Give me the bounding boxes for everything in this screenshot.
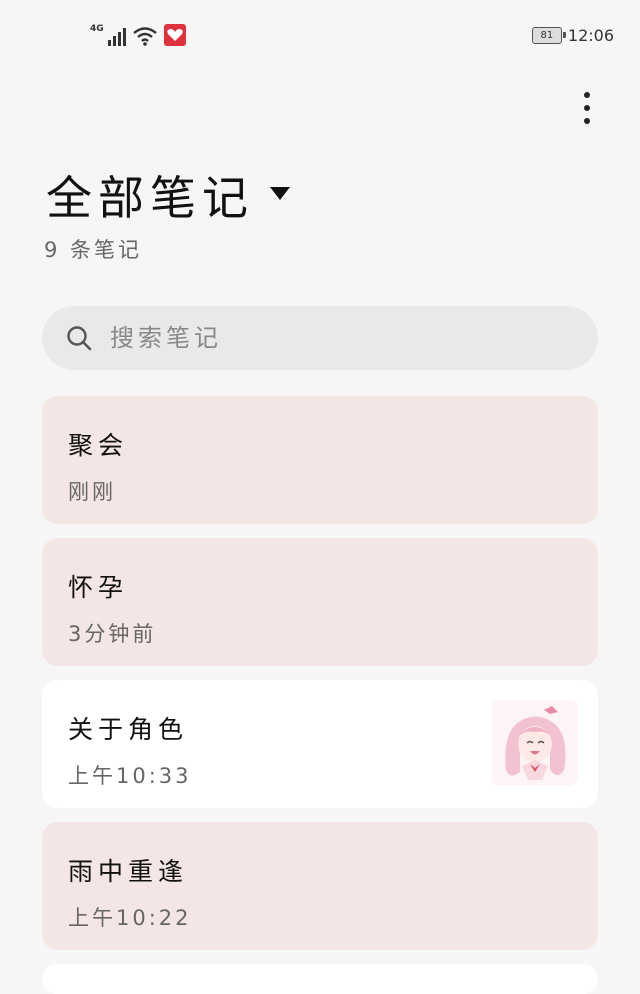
app-notification-icon bbox=[163, 24, 186, 46]
note-card[interactable]: 雨中重逢 上午10:22 bbox=[42, 822, 598, 950]
status-left: 4G bbox=[90, 24, 186, 46]
anime-girl-image bbox=[492, 700, 578, 786]
note-card[interactable]: 关于角色 上午10:33 bbox=[42, 680, 598, 808]
status-right: 81 12:06 bbox=[531, 26, 614, 45]
note-thumbnail bbox=[492, 700, 578, 786]
battery-icon: 81 bbox=[531, 27, 566, 44]
note-card[interactable]: 聚会 刚刚 bbox=[42, 396, 598, 524]
battery-level: 81 bbox=[540, 30, 554, 41]
more-dots-icon bbox=[584, 92, 590, 98]
signal-icon bbox=[107, 28, 126, 46]
search-bar[interactable] bbox=[42, 306, 598, 370]
note-time: 3分钟前 bbox=[68, 622, 157, 646]
note-card[interactable]: 怀孕 3分钟前 bbox=[42, 538, 598, 666]
status-time: 12:06 bbox=[567, 26, 614, 45]
more-menu-button[interactable] bbox=[578, 92, 596, 132]
search-icon bbox=[67, 326, 92, 351]
caret-down-icon[interactable] bbox=[270, 186, 290, 200]
status-bar: 4G 81 12:06 bbox=[0, 0, 640, 74]
page-title: 全部笔记 bbox=[46, 171, 254, 225]
note-title: 聚会 bbox=[68, 431, 129, 460]
title-row[interactable]: 全部笔记 bbox=[46, 162, 290, 228]
note-title: 怀孕 bbox=[68, 573, 129, 602]
note-title: 雨中重逢 bbox=[68, 857, 189, 886]
note-count: 9 条笔记 bbox=[44, 238, 143, 262]
search-input[interactable] bbox=[108, 323, 572, 353]
note-time: 上午10:22 bbox=[68, 906, 192, 930]
note-time: 刚刚 bbox=[68, 480, 116, 504]
wifi-icon bbox=[132, 27, 157, 46]
network-type: 4G bbox=[90, 24, 104, 34]
note-card-partial[interactable] bbox=[42, 964, 598, 994]
